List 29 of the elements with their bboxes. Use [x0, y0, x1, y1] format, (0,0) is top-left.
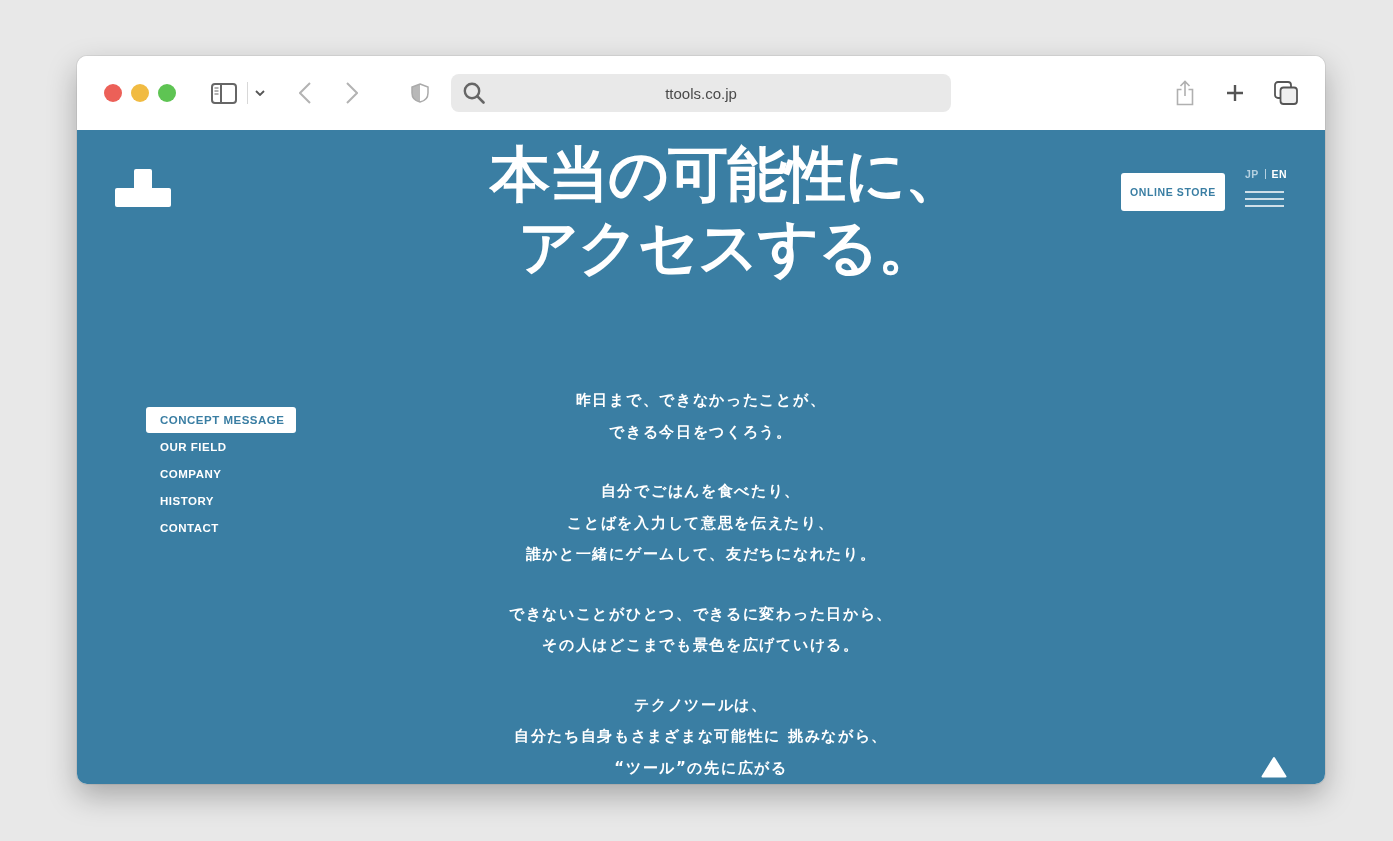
close-window-icon[interactable] — [104, 84, 122, 102]
share-icon[interactable] — [1175, 80, 1195, 106]
message-paragraph: できないことがひとつ、できるに変わった日から、 その人はどこまでも景色を広げていける。 — [508, 603, 894, 656]
language-link[interactable]: EN — [1271, 168, 1287, 180]
shield-icon[interactable] — [411, 83, 429, 103]
online-store-button[interactable]: ONLINE STORE — [1120, 173, 1225, 211]
language-link[interactable]: JP — [1244, 168, 1259, 180]
search-icon — [463, 82, 485, 104]
up-triangle-icon[interactable] — [1261, 756, 1287, 778]
forward-icon[interactable] — [346, 82, 358, 104]
sidebar-icon[interactable] — [211, 82, 237, 104]
minimize-window-icon[interactable] — [131, 84, 149, 102]
message-paragraph: テクノツールは、 自分たち自身もさまざまな可能性に 挑みながら、 “ツール”の先に広がる — [512, 694, 890, 779]
tabs-icon[interactable] — [1274, 81, 1298, 105]
chevron-down-icon[interactable] — [255, 90, 265, 96]
headline: 本当の可能性に、 アクセスする。 — [490, 138, 964, 284]
message-paragraph: 昨日まで、できなかったことが、 できる今日をつくろう。 — [574, 390, 828, 443]
back-icon[interactable] — [299, 82, 311, 104]
zoom-window-icon[interactable] — [158, 84, 176, 102]
nav-link[interactable]: CONCEPT MESSAGE — [146, 407, 296, 433]
nav-link[interactable]: OUR FIELD — [160, 434, 227, 460]
plus-icon[interactable] — [1226, 84, 1244, 102]
menu-icon[interactable] — [1244, 191, 1284, 207]
t-shape-logo[interactable] — [115, 169, 171, 207]
message-paragraph: 自分でごはんを食べたり、 ことばを入力して意思を伝えたり、 誰かと一緒にゲームして、友だちになれたり。 — [524, 481, 878, 565]
address-field[interactable]: ttools.co.jp — [451, 74, 951, 112]
nav-link[interactable]: CONTACT — [160, 515, 219, 541]
nav-link[interactable]: HISTORY — [160, 488, 214, 514]
nav-link[interactable]: COMPANY — [160, 461, 222, 487]
